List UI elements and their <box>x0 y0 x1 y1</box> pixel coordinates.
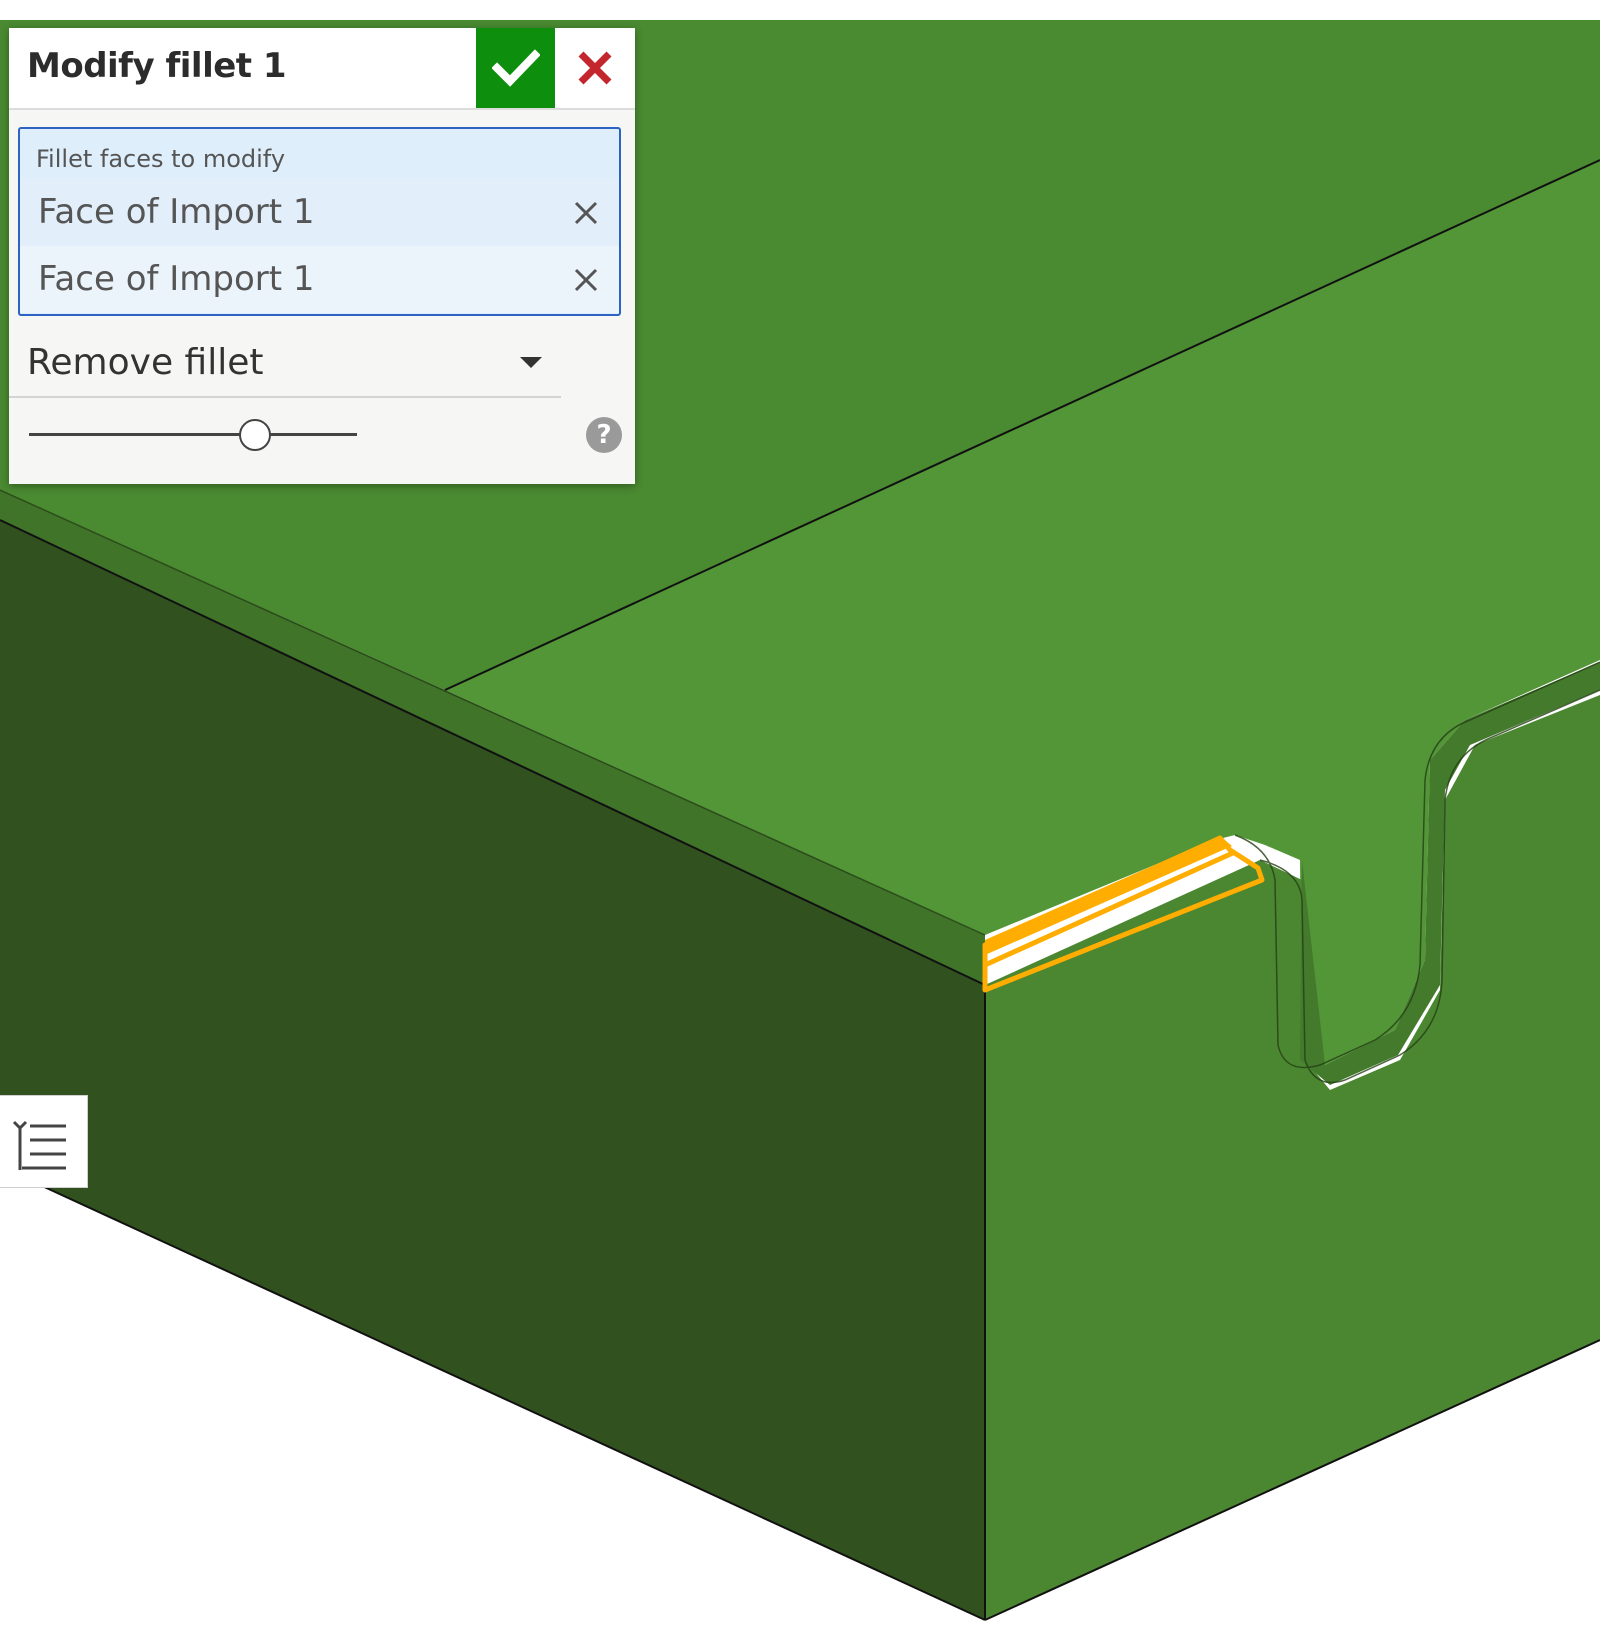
slider-track <box>29 433 357 436</box>
caret-down-icon <box>520 357 542 368</box>
fillet-faces-label: Fillet faces to modify <box>36 145 286 173</box>
dialog-title: Modify fillet 1 <box>27 46 287 86</box>
mode-dropdown[interactable]: Remove fillet <box>9 328 561 398</box>
feature-list-toggle-button[interactable] <box>0 1095 88 1188</box>
mode-dropdown-value: Remove fillet <box>27 342 264 383</box>
feature-list-icon <box>12 1120 66 1170</box>
cancel-button[interactable] <box>555 28 635 108</box>
close-icon[interactable] <box>572 199 600 227</box>
face-selection-item[interactable]: Face of Import 1 <box>20 179 619 246</box>
slider-thumb[interactable] <box>239 419 272 451</box>
help-icon[interactable]: ? <box>586 417 622 453</box>
accept-button[interactable] <box>476 28 555 108</box>
face-item-label: Face of Import 1 <box>38 259 315 299</box>
modify-fillet-dialog: Modify fillet 1 Fillet faces to modify F… <box>9 28 635 484</box>
fillet-faces-selection[interactable]: Fillet faces to modify Face of Import 1 … <box>18 127 621 316</box>
face-selection-item[interactable]: Face of Import 1 <box>20 246 619 313</box>
back-top-face <box>0 0 1600 20</box>
checkmark-icon <box>491 49 540 87</box>
close-icon <box>578 51 612 85</box>
rollback-slider[interactable] <box>29 418 357 452</box>
dialog-header: Modify fillet 1 <box>9 28 635 110</box>
face-item-label: Face of Import 1 <box>38 192 315 232</box>
close-icon[interactable] <box>572 266 600 294</box>
